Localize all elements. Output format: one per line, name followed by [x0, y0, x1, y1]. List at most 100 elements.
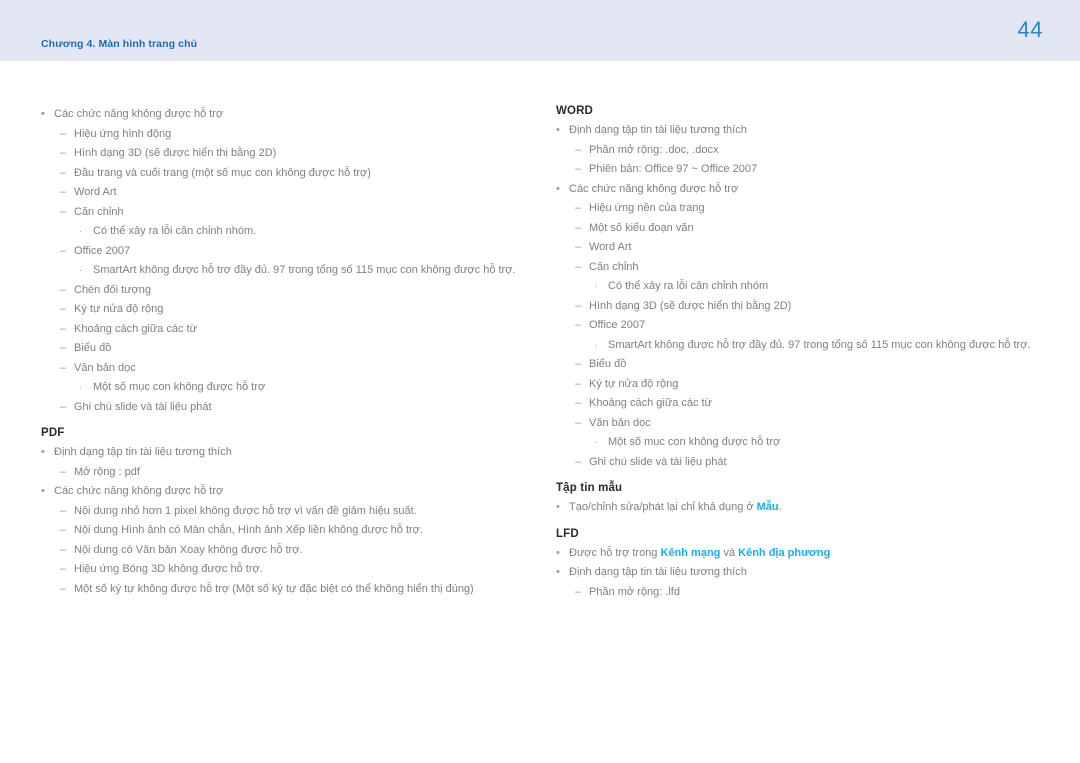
bullet-marker-level-2-icon: –	[60, 322, 67, 335]
bullet-marker-level-2-icon: –	[575, 143, 582, 156]
list-item-text: SmartArt không được hỗ trợ đầy đủ. 97 tr…	[608, 338, 1031, 351]
bullet-marker-level-2-icon: –	[60, 465, 67, 478]
inline-link[interactable]: Kênh mạng	[661, 547, 721, 559]
list-item-text: Được hỗ trợ trong Kênh mạng và Kênh địa …	[569, 544, 830, 564]
outline-list: • Định dạng tập tin tài liệu tương thích –…	[556, 121, 1056, 472]
list-item: – Office 2007	[556, 316, 1056, 336]
list-item: · Một số mục con không được hỗ trợ	[41, 378, 541, 398]
bullet-marker-level-2-icon: –	[575, 319, 582, 331]
list-item: – Word Art	[41, 183, 541, 203]
inline-text: Tạo/chỉnh sửa/phát lại chỉ khả dụng ở	[569, 501, 757, 513]
bullet-marker-level-2-icon: –	[575, 397, 582, 409]
list-item-text: Định dạng tập tin tài liệu tương thích	[569, 124, 747, 136]
list-item-text: Khoảng cách giữa các từ	[74, 322, 197, 335]
list-item-text: Hình dạng 3D (sẽ được hiển thị bằng 2D)	[74, 147, 277, 159]
list-item: – Hiệu ứng hình động	[41, 125, 541, 145]
list-item-text: Định dạng tập tin tài liệu tương thích	[54, 446, 232, 458]
bullet-marker-level-2-icon: –	[60, 524, 67, 536]
bullet-marker-level-1-icon: •	[556, 124, 560, 136]
bullet-marker-level-1-icon: •	[556, 546, 560, 559]
list-item: – Nội dung nhỏ hơn 1 pixel không được hỗ …	[41, 502, 541, 522]
section-heading: Tập tin mẫu	[556, 482, 623, 494]
list-item-text: Phiên bản: Office 97 ~ Office 2007	[589, 163, 758, 175]
list-item-text: Biểu đồ	[589, 358, 627, 370]
bullet-marker-level-2-icon: –	[575, 241, 582, 253]
two-column-layout: • Các chức năng không được hỗ trợ – Hiệu ứn…	[0, 105, 1080, 602]
list-item-text: Phần mở rộng: .lfd	[589, 585, 680, 598]
list-item: · SmartArt không được hỗ trợ đầy đủ. 97 t…	[556, 336, 1056, 356]
list-item: – Đầu trang và cuối trang (một số mục con…	[41, 164, 541, 184]
bullet-marker-level-2-icon: –	[60, 283, 67, 296]
list-item: – Hiệu ứng Bóng 3D không được hỗ trợ.	[41, 560, 541, 580]
inline-link[interactable]: Kênh địa phương	[738, 547, 830, 559]
bullet-marker-level-2-icon: –	[60, 543, 67, 556]
bullet-marker-level-2-icon: –	[575, 585, 582, 598]
list-item: – Ký tự nửa độ rộng	[556, 375, 1056, 395]
bullet-marker-level-1-icon: •	[41, 108, 45, 120]
list-item-text: Văn bản dọc	[74, 361, 136, 374]
bullet-marker-level-1-icon: •	[556, 566, 560, 578]
bullet-marker-level-3-icon: ·	[79, 382, 82, 392]
bullet-marker-level-2-icon: –	[60, 127, 67, 140]
list-item-text: Nội dung Hình ảnh có Màn chắn, Hình ảnh …	[74, 524, 423, 536]
bullet-marker-level-2-icon: –	[60, 582, 67, 595]
page-content: • Các chức năng không được hỗ trợ – Hiệu ứn…	[0, 61, 1080, 763]
list-item-text: Các chức năng không được hỗ trợ	[54, 108, 224, 120]
list-item: • Định dạng tập tin tài liệu tương thích	[556, 121, 1056, 141]
bullet-marker-level-2-icon: –	[575, 299, 582, 312]
list-item-text: Office 2007	[74, 244, 131, 257]
bullet-marker-level-2-icon: –	[575, 358, 582, 370]
list-item-text: Một số mục con không được hỗ trợ	[93, 381, 266, 393]
list-item: – Khoảng cách giữa các từ	[556, 394, 1056, 414]
list-item: • Được hỗ trợ trong Kênh mạng và Kênh địa…	[556, 544, 1056, 564]
inline-link[interactable]: Mẫu	[757, 501, 779, 513]
bullet-marker-level-2-icon: –	[60, 147, 67, 159]
bullet-marker-level-2-icon: –	[575, 455, 582, 468]
bullet-marker-level-2-icon: –	[575, 163, 582, 175]
list-item: • Định dạng tập tin tài liệu tương thích	[556, 563, 1056, 583]
list-item-text: Định dạng tập tin tài liệu tương thích	[569, 566, 747, 578]
list-item-text: Hiệu ứng nền của trang	[589, 202, 705, 214]
list-item-text: Hiệu ứng hình động	[74, 127, 172, 140]
list-item: • Các chức năng không được hỗ trợ	[556, 180, 1056, 200]
list-item-text: Word Art	[589, 241, 632, 253]
section-heading: LFD	[556, 527, 579, 540]
bullet-marker-level-2-icon: –	[575, 221, 582, 234]
list-item-text: Hiệu ứng Bóng 3D không được hỗ trợ.	[74, 563, 263, 575]
page-header-band: Chương 4. Màn hình trang chủ 44	[0, 0, 1080, 61]
list-item-text: Một số mục con không được hỗ trợ	[608, 436, 781, 448]
bullet-marker-level-1-icon: •	[556, 182, 560, 195]
bullet-marker-level-2-icon: –	[60, 303, 67, 315]
list-item-text: Văn bản dọc	[589, 416, 651, 429]
list-item-text: Một số kiểu đoạn văn	[589, 221, 694, 234]
outline-list: • Định dạng tập tin tài liệu tương thích –…	[41, 443, 541, 599]
outline-list: • Các chức năng không được hỗ trợ – Hiệu ứn…	[41, 105, 541, 417]
list-item: – Căn chỉnh	[41, 203, 541, 223]
bullet-marker-level-3-icon: ·	[79, 226, 82, 236]
bullet-marker-level-2-icon: –	[60, 563, 67, 575]
bullet-marker-level-2-icon: –	[60, 186, 67, 198]
bullet-marker-level-2-icon: –	[575, 416, 582, 429]
right-column: WORD • Định dạng tập tin tài liệu tương th…	[556, 105, 1056, 602]
left-column: • Các chức năng không được hỗ trợ – Hiệu ứn…	[41, 105, 541, 599]
list-item-text: Một số ký tự không được hỗ trợ (Một số k…	[74, 582, 474, 595]
bullet-marker-level-2-icon: –	[60, 361, 67, 374]
section-heading: WORD	[556, 105, 594, 117]
list-item-text: Căn chỉnh	[74, 205, 124, 218]
list-item: • Tạo/chỉnh sửa/phát lại chỉ khả dụng ở M…	[556, 498, 1056, 518]
list-item: – Biểu đồ	[41, 339, 541, 359]
list-item: – Ký tự nửa độ rộng	[41, 300, 541, 320]
list-item: – Văn bản dọc	[41, 359, 541, 379]
list-item: – Một số kiểu đoạn văn	[556, 219, 1056, 239]
list-item: · Một số mục con không được hỗ trợ	[556, 433, 1056, 453]
list-item: – Phần mở rộng: .doc, .docx	[556, 141, 1056, 161]
list-item: – Ghi chú slide và tài liệu phát	[41, 398, 541, 418]
bullet-marker-level-3-icon: ·	[594, 339, 597, 350]
bullet-marker-level-3-icon: ·	[594, 281, 597, 291]
list-item: • Định dạng tập tin tài liệu tương thích	[41, 443, 541, 463]
list-item: · SmartArt không được hỗ trợ đầy đủ. 97 t…	[41, 261, 541, 281]
list-item-text: SmartArt không được hỗ trợ đầy đủ. 97 tr…	[93, 264, 516, 276]
list-item-text: Nội dung có Văn bản Xoay không được hỗ t…	[74, 543, 303, 556]
list-item-text: Có thể xảy ra lỗi căn chỉnh nhóm	[608, 280, 769, 292]
bullet-marker-level-2-icon: –	[575, 202, 582, 214]
